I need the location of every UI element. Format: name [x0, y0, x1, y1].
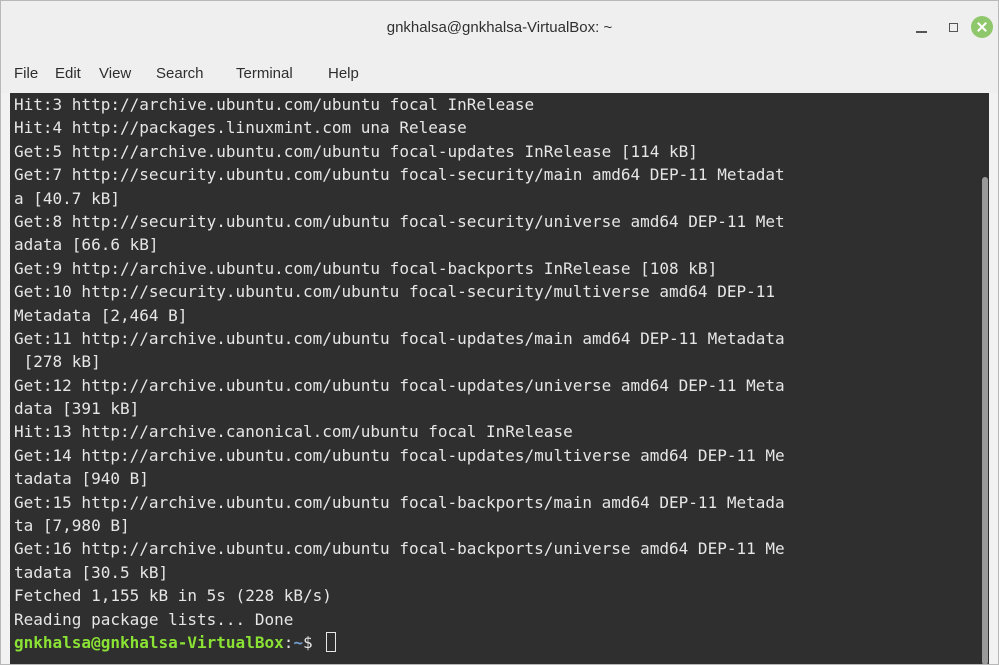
- minimize-button[interactable]: [909, 15, 933, 39]
- terminal-output: Hit:3 http://archive.ubuntu.com/ubuntu f…: [14, 93, 980, 654]
- vertical-scrollbar[interactable]: [981, 93, 989, 664]
- terminal-line: tadata [940 B]: [14, 469, 149, 489]
- terminal-line: tadata [30.5 kB]: [14, 562, 169, 582]
- terminal-area[interactable]: Hit:3 http://archive.ubuntu.com/ubuntu f…: [10, 93, 989, 664]
- title-bar[interactable]: gnkhalsa@gnkhalsa-VirtualBox: ~: [1, 1, 998, 56]
- terminal-line: Get:7 http://security.ubuntu.com/ubuntu …: [14, 165, 785, 185]
- prompt-line: gnkhalsa@gnkhalsa-VirtualBox:~$: [14, 631, 980, 654]
- terminal-window: gnkhalsa@gnkhalsa-VirtualBox: ~ File Edi…: [0, 0, 999, 665]
- prompt-separator: :: [283, 632, 294, 652]
- terminal-line: Reading package lists... Done: [14, 609, 294, 629]
- text-cursor: [326, 631, 337, 652]
- terminal-line: Hit:3 http://archive.ubuntu.com/ubuntu f…: [14, 95, 535, 114]
- maximize-icon: [948, 22, 958, 32]
- menu-edit[interactable]: Edit: [55, 65, 81, 82]
- menu-help[interactable]: Help: [328, 65, 359, 82]
- window-title: gnkhalsa@gnkhalsa-VirtualBox: ~: [386, 19, 613, 36]
- terminal-line: Hit:13 http://archive.canonical.com/ubun…: [14, 422, 573, 442]
- terminal-line: ta [7,980 B]: [14, 516, 130, 536]
- minimize-icon: [915, 30, 927, 33]
- terminal-line: Get:9 http://archive.ubuntu.com/ubuntu f…: [14, 258, 718, 278]
- terminal-line: [278 kB]: [14, 352, 101, 372]
- scrollbar-thumb[interactable]: [982, 177, 988, 664]
- prompt-symbol: $: [303, 632, 323, 652]
- terminal-line: Get:16 http://archive.ubuntu.com/ubuntu …: [14, 539, 785, 559]
- menu-view[interactable]: View: [99, 65, 131, 82]
- terminal-line: adata [66.6 kB]: [14, 235, 159, 255]
- prompt-path: ~: [293, 632, 303, 652]
- terminal-line: Get:14 http://archive.ubuntu.com/ubuntu …: [14, 445, 785, 465]
- terminal-line: Metadata [2,464 B]: [14, 305, 188, 325]
- terminal-line: Get:11 http://archive.ubuntu.com/ubuntu …: [14, 328, 785, 348]
- terminal-line: Get:15 http://archive.ubuntu.com/ubuntu …: [14, 492, 785, 512]
- terminal-line: a [40.7 kB]: [14, 188, 120, 208]
- menu-terminal[interactable]: Terminal: [236, 65, 293, 82]
- menu-bar: File Edit View Search Terminal Help: [1, 56, 998, 93]
- menu-file[interactable]: File: [14, 65, 38, 82]
- terminal-line: data [391 kB]: [14, 399, 140, 419]
- maximize-button[interactable]: [941, 15, 965, 39]
- close-icon: [971, 16, 993, 38]
- terminal-line: Get:5 http://archive.ubuntu.com/ubuntu f…: [14, 141, 698, 161]
- terminal-line: Get:10 http://security.ubuntu.com/ubuntu…: [14, 282, 775, 302]
- terminal-line: Hit:4 http://packages.linuxmint.com una …: [14, 118, 467, 138]
- menu-search[interactable]: Search: [156, 65, 204, 82]
- prompt-user-host: gnkhalsa@gnkhalsa-VirtualBox: [14, 632, 284, 652]
- terminal-line: Get:12 http://archive.ubuntu.com/ubuntu …: [14, 375, 785, 395]
- close-button[interactable]: [970, 15, 994, 39]
- terminal-line: Fetched 1,155 kB in 5s (228 kB/s): [14, 586, 332, 606]
- terminal-line: Get:8 http://security.ubuntu.com/ubuntu …: [14, 211, 785, 231]
